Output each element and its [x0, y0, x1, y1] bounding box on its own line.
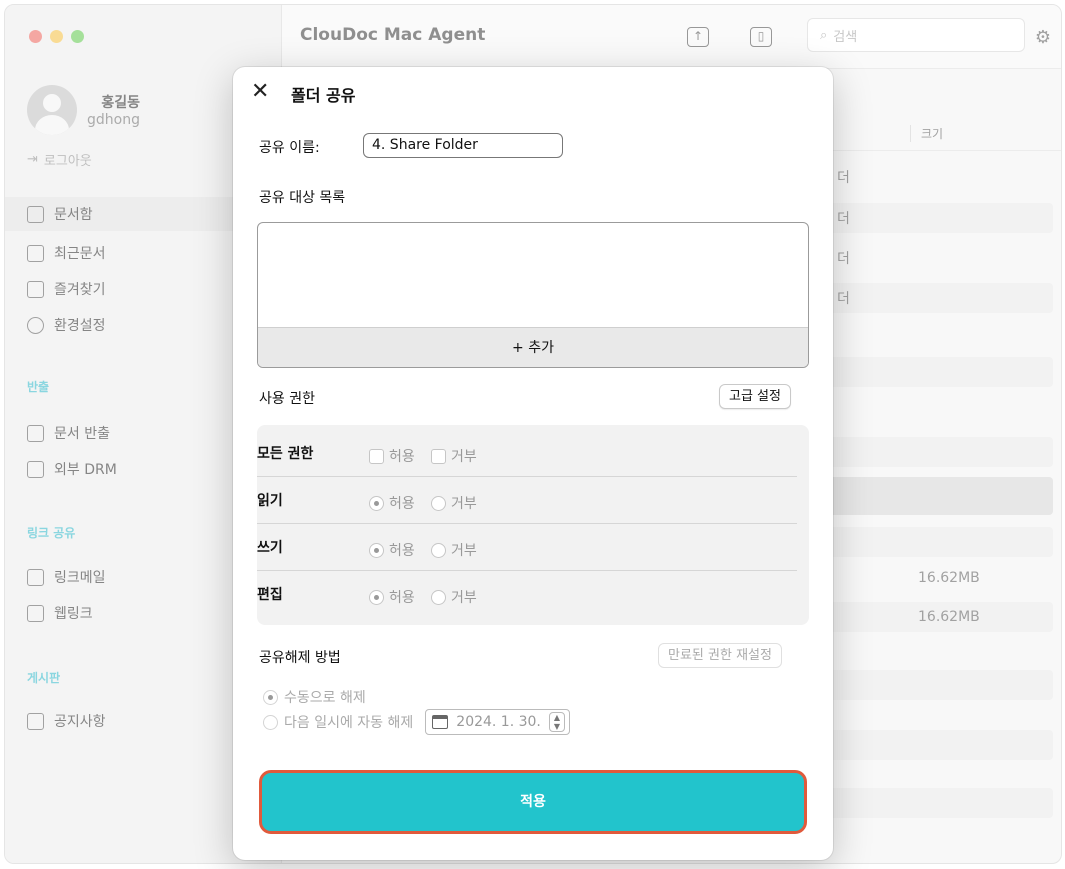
advanced-settings-button[interactable]: 고급 설정	[719, 384, 791, 409]
share-name-label: 공유 이름:	[259, 140, 320, 156]
divider	[257, 523, 797, 524]
calendar-icon	[432, 715, 449, 729]
read-allow-radio[interactable]: 허용	[369, 493, 415, 513]
share-folder-dialog: ✕ 폴더 공유 공유 이름: 4. Share Folder 공유 대상 목록 …	[233, 67, 833, 860]
dialog-title: 폴더 공유	[291, 86, 356, 105]
divider	[257, 570, 797, 571]
permission-panel: 모든 권한 허용 거부 읽기 허용 거부 쓰기 허용 거부 편집 허용 거부	[257, 425, 809, 625]
auto-unshare-date-picker[interactable]: 2024. 1. 30. ▲ ▼	[425, 709, 570, 735]
permission-name: 읽기	[257, 493, 283, 509]
all-deny-checkbox[interactable]: 거부	[431, 446, 477, 466]
option-label: 허용	[389, 496, 415, 512]
add-target-button[interactable]: + 추가	[258, 327, 808, 367]
option-label: 거부	[451, 543, 477, 559]
edit-deny-radio[interactable]: 거부	[431, 587, 477, 607]
target-list-label: 공유 대상 목록	[259, 190, 346, 206]
edit-allow-radio[interactable]: 허용	[369, 587, 415, 607]
option-label: 다음 일시에 자동 해제	[284, 715, 414, 731]
manual-unshare-radio[interactable]: 수동으로 해제	[263, 687, 366, 707]
option-label: 거부	[451, 496, 477, 512]
unshare-method-label: 공유해제 방법	[259, 650, 341, 666]
option-label: 허용	[389, 449, 415, 465]
radio-selected-icon	[369, 542, 384, 558]
permission-name: 편집	[257, 587, 283, 603]
radio-icon	[431, 589, 446, 605]
read-deny-radio[interactable]: 거부	[431, 493, 477, 513]
permission-name: 모든 권한	[257, 446, 314, 462]
reset-expired-permissions-button[interactable]: 만료된 권한 재설정	[658, 643, 782, 668]
radio-icon	[431, 495, 446, 511]
date-stepper[interactable]: ▲ ▼	[548, 712, 565, 732]
option-label: 거부	[451, 449, 477, 465]
option-label: 허용	[389, 590, 415, 606]
write-deny-radio[interactable]: 거부	[431, 540, 477, 560]
permission-row-all: 모든 권한 허용 거부	[257, 431, 809, 477]
apply-button[interactable]: 적용	[259, 770, 807, 834]
permission-row-read: 읽기 허용 거부	[257, 478, 809, 524]
radio-selected-icon	[369, 495, 384, 511]
permission-name: 쓰기	[257, 540, 283, 556]
permission-row-write: 쓰기 허용 거부	[257, 525, 809, 571]
permission-row-edit: 편집 허용 거부	[257, 572, 809, 618]
divider	[257, 476, 797, 477]
checkbox-icon	[369, 448, 384, 464]
option-label: 허용	[389, 543, 415, 559]
permission-label: 사용 권한	[259, 391, 315, 407]
share-name-input[interactable]: 4. Share Folder	[363, 133, 563, 158]
share-target-list[interactable]: + 추가	[257, 222, 809, 368]
checkbox-icon	[431, 448, 446, 464]
option-label: 거부	[451, 590, 477, 606]
close-icon[interactable]: ✕	[251, 79, 269, 104]
radio-icon	[263, 714, 278, 730]
write-allow-radio[interactable]: 허용	[369, 540, 415, 560]
date-value: 2024. 1. 30.	[456, 714, 541, 730]
option-label: 수동으로 해제	[284, 690, 366, 706]
all-allow-checkbox[interactable]: 허용	[369, 446, 415, 466]
auto-unshare-radio[interactable]: 다음 일시에 자동 해제 2024. 1. 30. ▲ ▼	[263, 709, 570, 735]
radio-selected-icon	[369, 589, 384, 605]
radio-icon	[431, 542, 446, 558]
radio-selected-icon	[263, 689, 278, 705]
